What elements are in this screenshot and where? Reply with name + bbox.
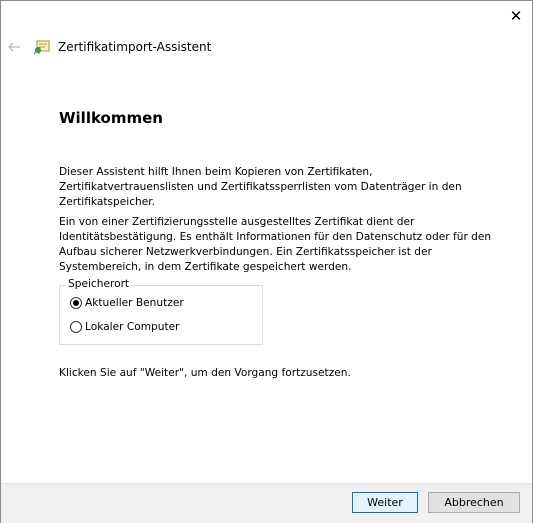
radio-local-computer[interactable]: Lokaler Computer [70,321,180,333]
next-button[interactable]: Weiter [352,492,418,513]
cancel-button[interactable]: Abbrechen [428,492,520,513]
radio-local-computer-label: Lokaler Computer [85,321,180,333]
page-heading: Willkommen [59,109,163,127]
close-icon: ✕ [509,7,523,25]
certificate-icon [33,40,50,55]
intro-paragraph: Dieser Assistent hilft Ihnen beim Kopier… [59,166,462,208]
radio-current-user[interactable]: Aktueller Benutzer [70,297,184,309]
radio-button-checked[interactable] [70,297,82,309]
radio-button-unchecked[interactable] [70,321,82,333]
wizard-title-bar: Zertifikatimport-Assistent [33,38,211,56]
close-button[interactable]: ✕ [499,0,533,32]
radio-current-user-label: Aktueller Benutzer [85,297,184,309]
wizard-title: Zertifikatimport-Assistent [58,40,212,54]
storage-location-group [59,285,263,345]
continue-instruction: Klicken Sie auf "Weiter", um den Vorgang… [59,367,351,379]
storage-location-label: Speicherort [66,278,132,290]
certificate-info-paragraph: Ein von einer Zertifizierungsstelle ausg… [59,216,492,273]
back-arrow-icon[interactable] [6,39,22,55]
